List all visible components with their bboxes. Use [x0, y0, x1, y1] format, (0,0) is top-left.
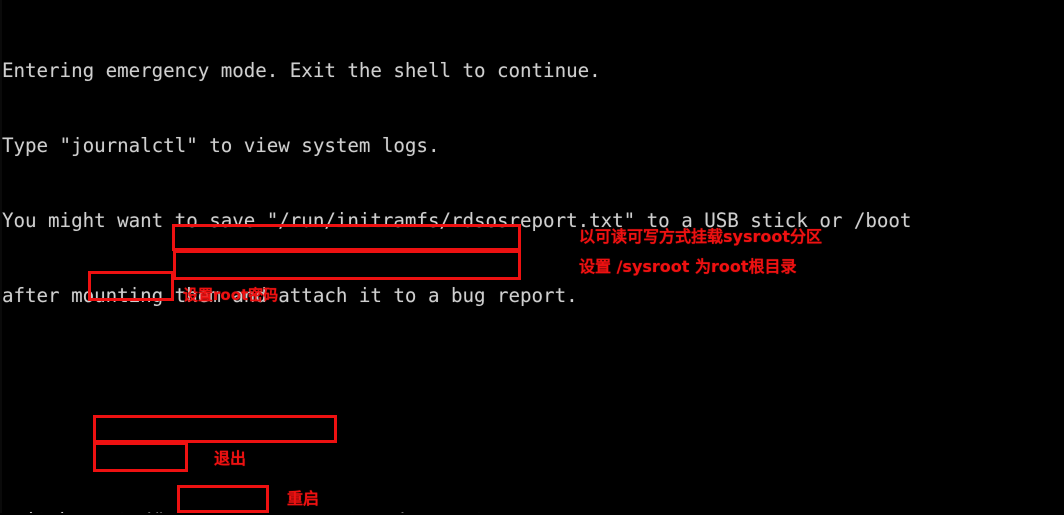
console-line: Entering emergency mode. Exit the shell …: [2, 59, 601, 82]
highlight-box-chroot-command[interactable]: [173, 250, 521, 280]
highlight-box-exit-command[interactable]: [93, 442, 188, 472]
terminal-window[interactable]: Entering emergency mode. Exit the shell …: [0, 0, 1064, 515]
highlight-box-passwd-command[interactable]: [88, 271, 174, 301]
left-edge-gutter: [0, 0, 2, 515]
annotation-note-mount: 以可读可写方式挂载sysroot分区: [579, 227, 823, 246]
annotation-note-reboot: 重启: [287, 489, 320, 508]
highlight-box-touch-autorelabel-command[interactable]: [93, 415, 337, 443]
console-line: You might want to save "/run/initramfs/r…: [2, 209, 912, 232]
console-line: Type "journalctl" to view system logs.: [2, 134, 440, 157]
highlight-box-reboot-command[interactable]: [177, 485, 269, 513]
highlight-box-mount-remount-command[interactable]: [172, 224, 521, 251]
annotation-note-chroot: 设置 /sysroot 为root根目录: [579, 257, 797, 276]
annotation-note-exit: 退出: [214, 449, 247, 468]
annotation-note-passwd: 设置root密码: [183, 286, 279, 304]
